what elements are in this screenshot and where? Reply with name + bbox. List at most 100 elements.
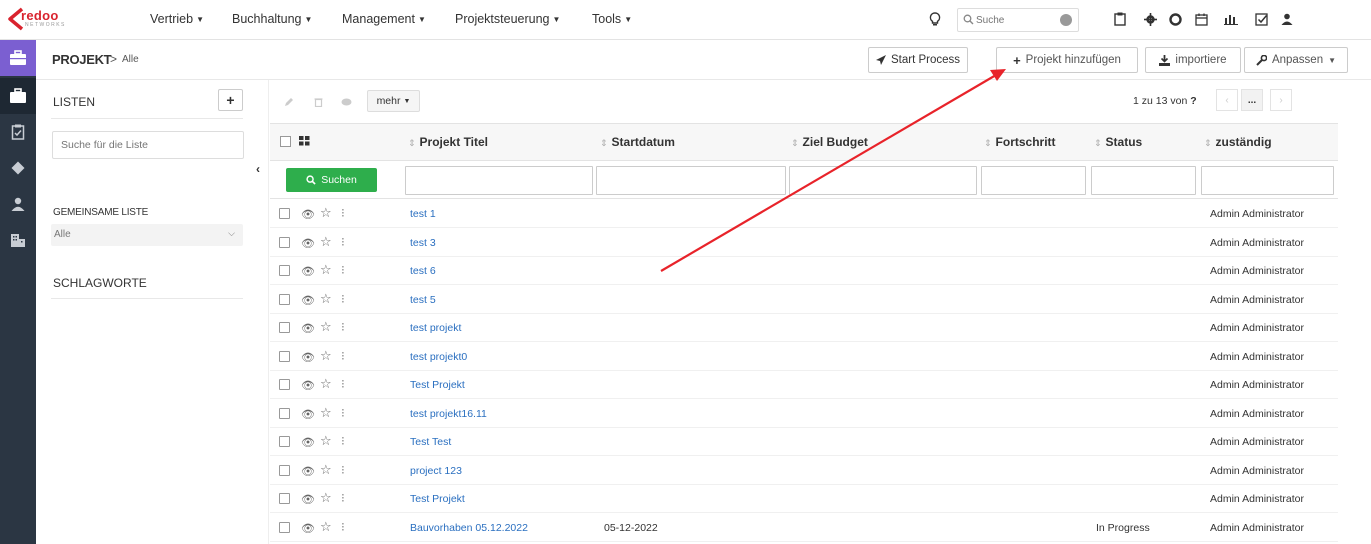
star-icon[interactable]: ☆ xyxy=(320,433,332,449)
star-icon[interactable]: ☆ xyxy=(320,234,332,250)
table-row[interactable]: 👁 ☆ ⁝ test 6 Admin Administrator xyxy=(270,257,1338,285)
row-checkbox[interactable] xyxy=(279,521,290,533)
more-vertical-icon[interactable]: ⁝ xyxy=(341,463,345,477)
eye-icon[interactable]: 👁 xyxy=(301,465,315,478)
eye-icon[interactable]: 👁 xyxy=(301,522,315,535)
more-vertical-icon[interactable]: ⁝ xyxy=(341,320,345,334)
add-project-button[interactable]: + Projekt hinzufügen xyxy=(996,47,1138,73)
customize-button[interactable]: Anpassen ▼ xyxy=(1244,47,1348,73)
shared-list-select[interactable]: Alle ⌵ xyxy=(51,224,243,246)
table-row[interactable]: 👁 ☆ ⁝ Test Projekt Admin Administrator xyxy=(270,371,1338,399)
row-checkbox[interactable] xyxy=(279,350,290,362)
rail-item-contacts[interactable] xyxy=(0,186,36,222)
table-row[interactable]: 👁 ☆ ⁝ test 5 Admin Administrator xyxy=(270,286,1338,314)
column-header-progress[interactable]: ⇕ Fortschritt xyxy=(984,135,1056,149)
project-title-link[interactable]: test 3 xyxy=(410,237,436,249)
eye-icon[interactable]: 👁 xyxy=(301,436,315,449)
checkbox-icon[interactable] xyxy=(1252,10,1270,28)
add-list-button[interactable]: + xyxy=(218,89,243,111)
table-row[interactable]: 👁 ☆ ⁝ test 1 Admin Administrator xyxy=(270,200,1338,228)
total-count-icon[interactable]: ? xyxy=(1190,95,1196,107)
calendar-icon[interactable] xyxy=(1192,10,1210,28)
list-search-input[interactable] xyxy=(52,131,244,159)
rail-item-organizations[interactable] xyxy=(0,222,36,258)
trash-icon[interactable] xyxy=(309,91,327,113)
project-title-link[interactable]: test 5 xyxy=(410,294,436,306)
menu-management[interactable]: Management ▼ xyxy=(342,12,426,26)
row-checkbox[interactable] xyxy=(279,322,290,333)
next-page-button[interactable]: › xyxy=(1270,89,1292,111)
more-vertical-icon[interactable]: ⁝ xyxy=(341,263,345,277)
project-title-link[interactable]: Bauvorhaben 05.12.2022 xyxy=(410,522,528,534)
table-row[interactable]: 👁 ☆ ⁝ test projekt0 Admin Administrator xyxy=(270,343,1338,371)
table-row[interactable]: 👁 ☆ ⁝ Bauvorhaben 05.12.2022 05-12-2022 In Pr… xyxy=(270,514,1338,542)
row-checkbox[interactable] xyxy=(279,407,290,419)
collapse-sidebar-chevron-icon[interactable]: ‹ xyxy=(256,162,268,180)
star-icon[interactable]: ☆ xyxy=(320,205,332,221)
table-row[interactable]: 👁 ☆ ⁝ project 123 Admin Administrator xyxy=(270,457,1338,485)
lightbulb-icon[interactable] xyxy=(926,10,944,28)
column-header-title[interactable]: ⇕ Projekt Titel xyxy=(408,135,488,149)
project-title-link[interactable]: test 1 xyxy=(410,208,436,220)
filter-budget-input[interactable] xyxy=(789,166,977,195)
row-checkbox[interactable] xyxy=(279,464,290,476)
row-checkbox[interactable] xyxy=(279,236,290,248)
filter-owner-input[interactable] xyxy=(1201,166,1334,195)
more-vertical-icon[interactable]: ⁝ xyxy=(341,206,345,220)
edit-icon[interactable] xyxy=(280,91,298,113)
eye-icon[interactable]: 👁 xyxy=(301,265,315,278)
row-checkbox[interactable] xyxy=(279,265,290,276)
filter-progress-input[interactable] xyxy=(981,166,1086,195)
global-search-input[interactable] xyxy=(976,12,1056,28)
user-icon[interactable] xyxy=(1278,10,1296,28)
rail-item-projects-2[interactable] xyxy=(0,78,36,114)
star-icon[interactable]: ☆ xyxy=(320,348,332,364)
gear-icon[interactable] xyxy=(1141,10,1159,28)
table-row[interactable]: 👁 ☆ ⁝ test projekt Admin Administrator xyxy=(270,314,1338,342)
more-vertical-icon[interactable]: ⁝ xyxy=(341,491,345,505)
more-vertical-icon[interactable]: ⁝ xyxy=(341,292,345,306)
star-icon[interactable]: ☆ xyxy=(320,462,332,478)
project-title-link[interactable]: test projekt0 xyxy=(410,351,467,363)
more-vertical-icon[interactable]: ⁝ xyxy=(341,406,345,420)
filter-status-input[interactable] xyxy=(1091,166,1196,195)
bar-chart-icon[interactable] xyxy=(1222,10,1240,28)
star-icon[interactable]: ☆ xyxy=(320,262,332,278)
brand-logo[interactable]: redoo NETWORKS xyxy=(8,5,68,35)
previous-page-button[interactable]: ‹ xyxy=(1216,89,1238,111)
filter-start-date-input[interactable] xyxy=(596,166,786,195)
row-checkbox[interactable] xyxy=(279,208,290,219)
project-title-link[interactable]: Test Projekt xyxy=(410,493,465,505)
table-row[interactable]: 👁 ☆ ⁝ Test Test Admin Administrator xyxy=(270,428,1338,456)
start-process-button[interactable]: Start Process xyxy=(868,47,968,73)
eye-icon[interactable]: 👁 xyxy=(301,379,315,392)
row-checkbox[interactable] xyxy=(279,436,290,447)
column-header-start-date[interactable]: ⇕ Startdatum xyxy=(600,135,675,149)
eye-icon[interactable]: 👁 xyxy=(301,351,315,364)
project-title-link[interactable]: test projekt xyxy=(410,322,461,334)
row-checkbox[interactable] xyxy=(279,293,290,305)
eye-icon[interactable]: 👁 xyxy=(301,322,315,335)
eye-icon[interactable]: 👁 xyxy=(301,237,315,250)
comment-icon[interactable] xyxy=(337,91,355,113)
table-row[interactable]: 👁 ☆ ⁝ test 3 Admin Administrator xyxy=(270,229,1338,257)
filter-title-input[interactable] xyxy=(405,166,593,195)
search-submit-icon[interactable] xyxy=(1060,14,1072,26)
page-jump-button[interactable]: ... xyxy=(1241,89,1263,111)
eye-icon[interactable]: 👁 xyxy=(301,208,315,221)
menu-projektsteuerung[interactable]: Projektsteuerung ▼ xyxy=(455,12,560,26)
star-icon[interactable]: ☆ xyxy=(320,490,332,506)
more-vertical-icon[interactable]: ⁝ xyxy=(341,520,345,534)
project-title-link[interactable]: test 6 xyxy=(410,265,436,277)
menu-buchhaltung[interactable]: Buchhaltung ▼ xyxy=(232,12,312,26)
menu-tools[interactable]: Tools ▼ xyxy=(592,12,632,26)
project-title-link[interactable]: Test Test xyxy=(410,436,451,448)
eye-icon[interactable]: 👁 xyxy=(301,493,315,506)
more-actions-button[interactable]: mehr ▼ xyxy=(367,90,420,112)
project-title-link[interactable]: test projekt16.11 xyxy=(410,408,487,420)
column-header-status[interactable]: ⇕ Status xyxy=(1094,135,1142,149)
star-icon[interactable]: ☆ xyxy=(320,376,332,392)
eye-icon[interactable]: 👁 xyxy=(301,294,315,307)
column-header-owner[interactable]: ⇕ zuständig xyxy=(1204,135,1272,149)
import-button[interactable]: importiere xyxy=(1145,47,1241,73)
